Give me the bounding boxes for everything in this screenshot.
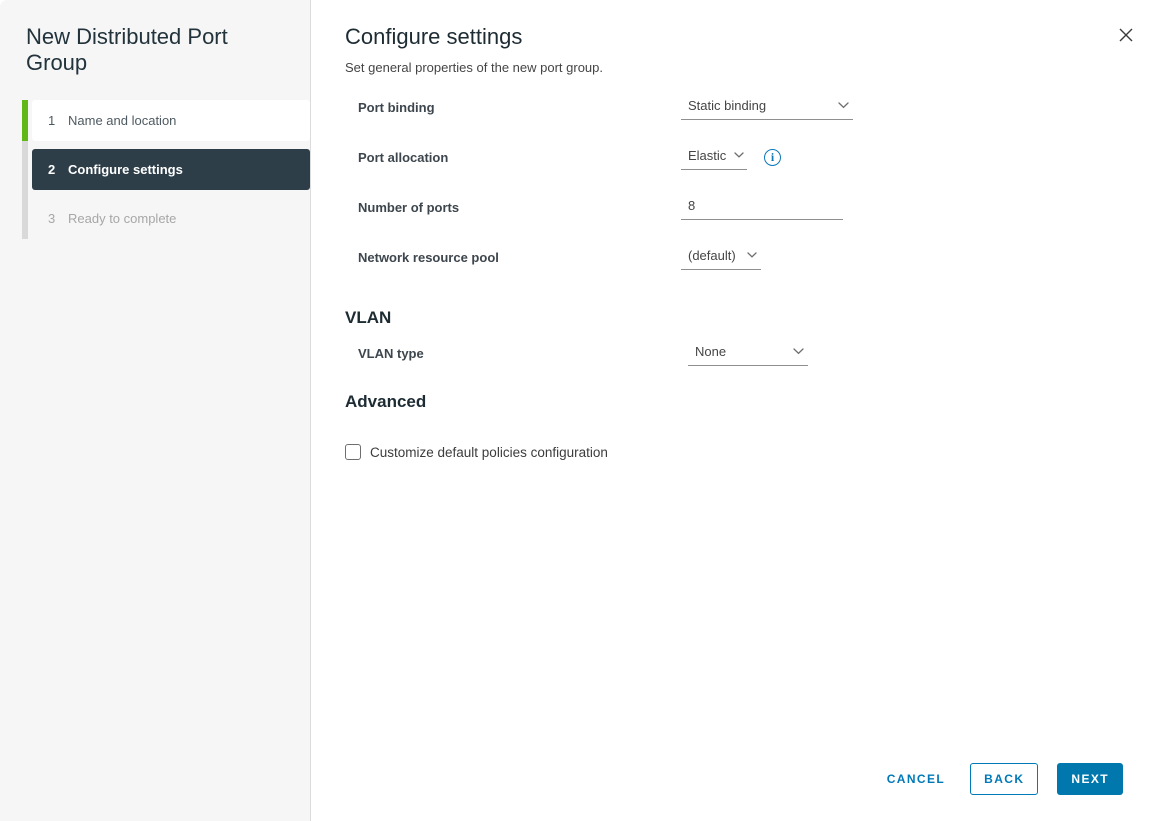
step-rail-progress xyxy=(22,100,28,141)
advanced-section-title: Advanced xyxy=(345,392,1151,412)
row-port-binding: Port binding Static binding xyxy=(345,82,1151,132)
info-icon[interactable]: i xyxy=(764,149,781,166)
wizard-page-configure-settings: Configure settings Set general propertie… xyxy=(311,0,1151,821)
number-of-ports-label: Number of ports xyxy=(345,200,681,215)
step-label: Name and location xyxy=(68,113,176,128)
port-allocation-label: Port allocation xyxy=(345,150,681,165)
step-label: Ready to complete xyxy=(68,211,176,226)
network-resource-pool-select[interactable]: (default) xyxy=(681,245,761,270)
wizard-footer: CANCEL BACK NEXT xyxy=(885,763,1123,795)
row-customize-policies: Customize default policies configuration xyxy=(345,444,1151,460)
close-button[interactable] xyxy=(1117,26,1135,44)
number-of-ports-input[interactable]: 8 xyxy=(681,195,843,220)
row-port-allocation: Port allocation Elastic i xyxy=(345,132,1151,182)
port-allocation-value: Elastic xyxy=(688,148,726,163)
chevron-down-icon xyxy=(793,348,804,355)
port-binding-label: Port binding xyxy=(345,100,681,115)
wizard-steps: 1 Name and location 2 Configure settings… xyxy=(0,100,310,239)
vlan-type-select[interactable]: None xyxy=(688,341,808,366)
row-vlan-type: VLAN type None xyxy=(345,328,1151,378)
cancel-button[interactable]: CANCEL xyxy=(885,763,947,795)
step-number: 1 xyxy=(48,113,68,128)
close-icon xyxy=(1118,27,1134,43)
vlan-type-label: VLAN type xyxy=(345,346,681,361)
step-configure-settings[interactable]: 2 Configure settings xyxy=(32,149,310,190)
back-button[interactable]: BACK xyxy=(970,763,1038,795)
port-binding-select[interactable]: Static binding xyxy=(681,95,853,120)
chevron-down-icon xyxy=(734,152,744,158)
vlan-type-value: None xyxy=(695,344,726,359)
step-ready-to-complete: 3 Ready to complete xyxy=(32,198,310,239)
wizard-title: New Distributed Port Group xyxy=(26,24,252,76)
customize-policies-checkbox[interactable] xyxy=(345,444,361,460)
chevron-down-icon xyxy=(838,102,849,109)
chevron-down-icon xyxy=(747,252,757,258)
row-number-of-ports: Number of ports 8 xyxy=(345,182,1151,232)
port-allocation-select[interactable]: Elastic xyxy=(681,145,747,170)
step-name-and-location[interactable]: 1 Name and location xyxy=(32,100,310,141)
network-resource-pool-value: (default) xyxy=(688,248,736,263)
network-resource-pool-label: Network resource pool xyxy=(345,250,681,265)
page-title: Configure settings xyxy=(345,24,1151,50)
page-subtitle: Set general properties of the new port g… xyxy=(345,60,1151,75)
step-label: Configure settings xyxy=(68,162,183,177)
port-binding-value: Static binding xyxy=(688,98,766,113)
next-button[interactable]: NEXT xyxy=(1057,763,1123,795)
number-of-ports-value: 8 xyxy=(688,198,695,213)
vlan-section-title: VLAN xyxy=(345,308,1151,328)
wizard-sidebar: New Distributed Port Group 1 Name and lo… xyxy=(0,0,311,821)
customize-policies-label[interactable]: Customize default policies configuration xyxy=(370,445,608,460)
step-number: 2 xyxy=(48,162,68,177)
new-distributed-port-group-dialog: New Distributed Port Group 1 Name and lo… xyxy=(0,0,1151,821)
settings-form: Port binding Static binding Port allocat… xyxy=(345,82,1151,460)
row-network-resource-pool: Network resource pool (default) xyxy=(345,232,1151,282)
step-number: 3 xyxy=(48,211,68,226)
